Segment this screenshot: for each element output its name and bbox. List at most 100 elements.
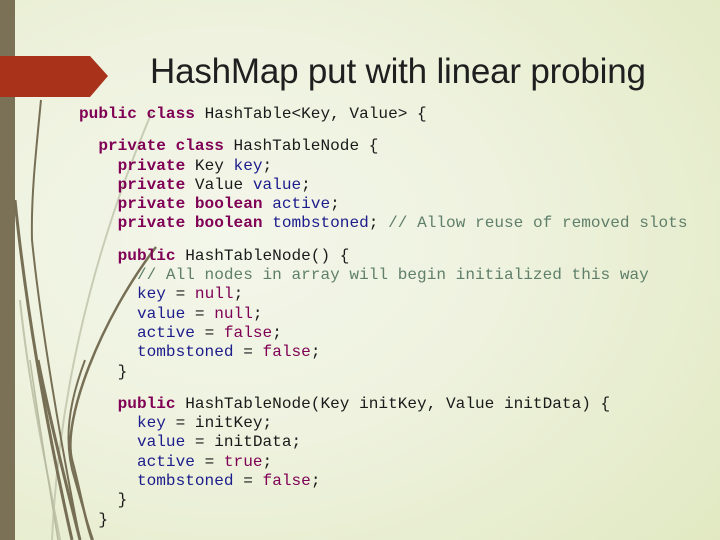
code-line: private boolean active; (79, 195, 688, 214)
code-text: = (194, 452, 224, 471)
code-line: key = initKey; (79, 414, 688, 433)
code-text: = (185, 304, 215, 323)
code-keyword: public (117, 246, 176, 265)
code-text: ; (252, 304, 263, 323)
code-field: active (272, 195, 331, 214)
code-keyword: private boolean (117, 214, 263, 233)
code-text: ; (262, 452, 273, 471)
code-field: value (252, 175, 302, 194)
code-text: ; (310, 343, 321, 362)
code-keyword: private class (98, 137, 224, 156)
code-line: private Value value; (79, 176, 688, 195)
code-text: ; (368, 214, 389, 233)
code-literal: false (262, 472, 311, 491)
code-line: active = true; (79, 453, 688, 472)
code-text: Value (185, 175, 253, 194)
code-line: key = null; (79, 285, 688, 304)
code-literal: true (223, 452, 263, 471)
code-literal: null (194, 285, 234, 304)
code-field: key (136, 414, 166, 433)
code-field: value (136, 433, 186, 452)
slide-sidebar-band (0, 0, 15, 540)
code-text: HashTableNode(Key initKey, Value initDat… (175, 394, 611, 413)
code-literal: null (214, 304, 253, 323)
code-keyword: public class (79, 105, 195, 123)
code-keyword: private (117, 175, 186, 194)
code-line: private Key key; (79, 157, 688, 176)
arrow-banner-shape (0, 56, 108, 97)
code-field: key (136, 285, 166, 304)
code-line: // All nodes in array will begin initial… (79, 266, 688, 285)
code-text: HashTable<Key, Value> { (194, 105, 427, 123)
code-line: private boolean tombstoned; // Allow reu… (79, 214, 688, 233)
code-field: tombstoned (272, 214, 369, 233)
code-line: private class HashTableNode { (79, 137, 688, 156)
code-keyword: public (117, 394, 176, 413)
code-line: active = false; (79, 324, 688, 343)
code-keyword: private (117, 156, 186, 175)
code-text: ; (272, 323, 282, 342)
code-text: } (79, 362, 128, 381)
code-line: tombstoned = false; (79, 343, 688, 362)
code-literal: false (223, 323, 273, 342)
code-text: } (79, 510, 108, 529)
code-line: public HashTableNode() { (79, 247, 688, 266)
code-text: = (165, 285, 195, 304)
code-text: } (79, 491, 128, 510)
code-keyword: private boolean (117, 195, 263, 214)
deco-line-light-2 (19, 299, 61, 540)
code-text: = initData; (185, 433, 302, 452)
code-text: ; (233, 285, 244, 304)
code-field: value (136, 304, 186, 323)
code-line: } (79, 363, 688, 382)
deco-line-dark-4 (36, 359, 82, 540)
code-line: value = null; (79, 305, 688, 324)
code-line: } (79, 511, 688, 530)
deco-line-light-3 (29, 359, 59, 540)
code-text: HashTableNode() { (175, 246, 350, 265)
code-literal: false (262, 343, 311, 362)
code-field: tombstoned (136, 343, 234, 362)
code-line: tombstoned = false; (79, 472, 688, 491)
code-field: active (136, 323, 195, 342)
code-line: } (79, 491, 688, 510)
code-text: HashTableNode { (223, 137, 379, 156)
code-text: = (194, 323, 224, 342)
code-text: ; (310, 472, 321, 491)
code-comment: // Allow reuse of removed slots (388, 214, 688, 233)
code-line: value = initData; (79, 433, 688, 452)
code-text: ; (301, 175, 311, 194)
code-line: public class HashTable<Key, Value> { (79, 105, 688, 124)
code-field: tombstoned (136, 472, 234, 491)
code-text: = initKey; (165, 414, 273, 433)
code-text: = (233, 343, 263, 362)
code-block: public class HashTable<Key, Value> { pri… (79, 105, 688, 530)
code-field: active (136, 452, 195, 471)
code-text: = (233, 472, 263, 491)
deco-line-dark-2 (13, 199, 74, 540)
code-text: Key (185, 156, 234, 175)
deco-line-dark-1 (30, 99, 81, 540)
code-comment: // All nodes in array will begin initial… (136, 266, 649, 285)
